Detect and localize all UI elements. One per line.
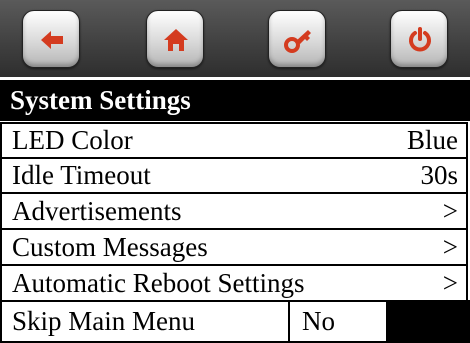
setting-row-advertisements[interactable]: Advertisements > <box>0 192 468 230</box>
settings-screen: System Settings LED Color Blue Idle Time… <box>0 0 470 343</box>
power-icon <box>409 27 431 52</box>
setting-label: Skip Main Menu <box>0 300 290 343</box>
setting-label: Automatic Reboot Settings <box>12 267 305 298</box>
setting-label: Idle Timeout <box>12 160 151 190</box>
home-button[interactable] <box>146 10 204 68</box>
chevron-right-icon: > <box>442 231 458 262</box>
setting-value: 30s <box>420 160 458 190</box>
key-button[interactable] <box>268 10 326 68</box>
setting-row-idle-timeout[interactable]: Idle Timeout 30s <box>0 157 468 194</box>
back-arrow-icon <box>41 31 63 49</box>
setting-row-skip-main-menu: Skip Main Menu No <box>0 300 470 343</box>
page-title: System Settings <box>0 80 470 121</box>
setting-label: Advertisements <box>12 195 182 226</box>
setting-label: Custom Messages <box>12 231 208 262</box>
setting-row-automatic-reboot[interactable]: Automatic Reboot Settings > <box>0 264 468 302</box>
home-icon <box>164 29 188 51</box>
setting-row-custom-messages[interactable]: Custom Messages > <box>0 228 468 266</box>
toolbar <box>0 0 470 77</box>
chevron-right-icon: > <box>442 267 458 298</box>
chevron-right-icon: > <box>442 195 458 226</box>
skip-main-menu-toggle[interactable]: No <box>288 300 388 343</box>
key-icon <box>284 30 311 53</box>
setting-row-led-color[interactable]: LED Color Blue <box>0 122 468 159</box>
blank-cell <box>386 300 470 343</box>
back-button[interactable] <box>22 10 80 68</box>
setting-label: LED Color <box>12 125 133 155</box>
power-button[interactable] <box>390 10 448 68</box>
setting-value: Blue <box>407 125 458 155</box>
